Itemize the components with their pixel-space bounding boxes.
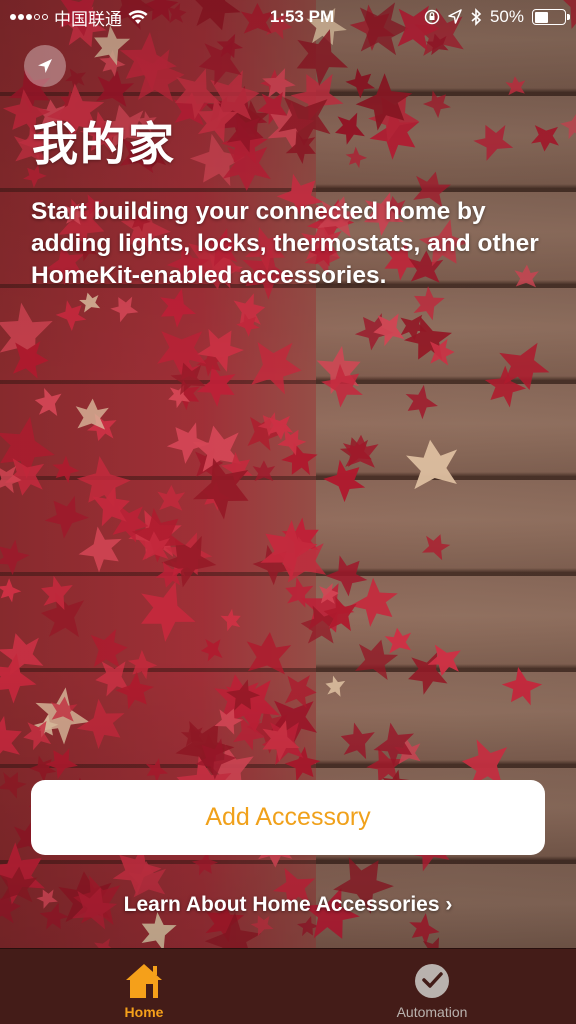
carrier-name: 中国联通: [54, 9, 122, 29]
bluetooth-icon: [471, 8, 482, 26]
learn-about-accessories-link[interactable]: Learn About Home Accessories ›: [0, 893, 576, 917]
tab-bar: Home Automation: [0, 948, 576, 1024]
status-time: 1:53 PM: [269, 7, 335, 26]
tab-home-label: Home: [124, 1004, 164, 1020]
tab-automation-label: Automation: [396, 1004, 468, 1020]
battery-percent: 50%: [489, 7, 524, 26]
add-accessory-button[interactable]: Add Accessory: [31, 780, 545, 855]
wifi-icon: [128, 9, 148, 24]
location-button[interactable]: [24, 45, 66, 87]
signal-strength-icon: [10, 14, 48, 20]
tab-home[interactable]: Home: [0, 949, 288, 1024]
chevron-right-icon: ›: [445, 893, 453, 916]
orientation-lock-icon: [424, 9, 440, 25]
house-icon: [126, 964, 162, 998]
page-title: 我的家: [32, 117, 176, 171]
clock-check-icon: [415, 964, 449, 998]
tab-automation[interactable]: Automation: [288, 949, 576, 1024]
status-bar: 中国联通 1:53 PM 50%: [0, 0, 576, 34]
battery-icon: [532, 9, 570, 25]
location-arrow-icon: [38, 59, 52, 73]
location-services-icon: [448, 9, 462, 24]
intro-text: Start building your connected home by ad…: [31, 198, 539, 289]
learn-link-label: Learn About Home Accessories: [123, 893, 440, 916]
